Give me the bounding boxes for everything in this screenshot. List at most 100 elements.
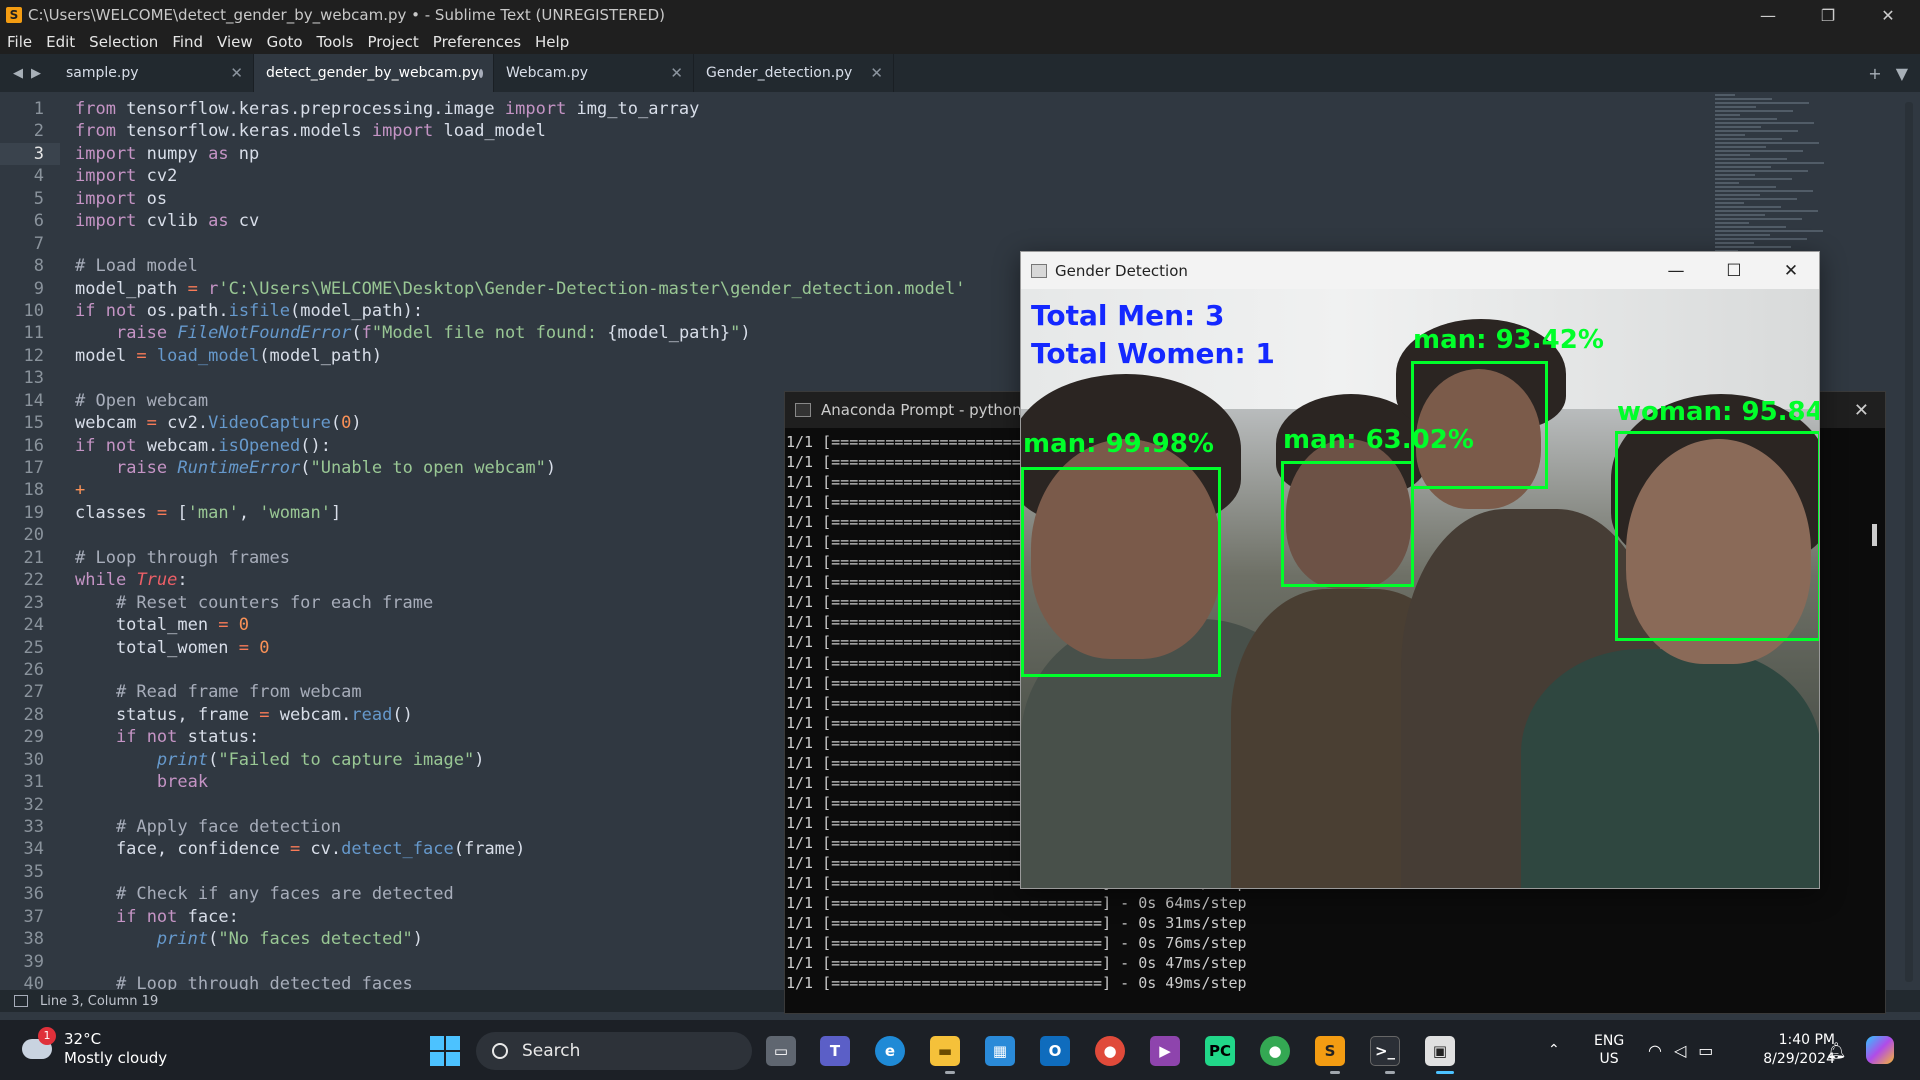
line-numbers: 1 2 3 4 5 6 7 8 9 10 11 12 13 14 15 16 17 18 19 20 21 22 23 24 2… — [0, 98, 60, 990]
menu-tools[interactable]: Tools — [310, 33, 361, 51]
code-line[interactable] — [75, 367, 966, 389]
restore-button[interactable]: ❐ — [1800, 0, 1856, 30]
code-line[interactable]: import os — [75, 188, 966, 210]
language-indicator[interactable]: ENG US — [1594, 1020, 1624, 1080]
minimize-button[interactable]: — — [1647, 252, 1705, 289]
code-line[interactable]: model_path = r'C:\Users\WELCOME\Desktop\… — [75, 278, 966, 300]
system-tray-icons[interactable]: ◠ ◁ ▭ — [1648, 1020, 1713, 1080]
menu-project[interactable]: Project — [360, 33, 425, 51]
minimap-line — [1715, 246, 1791, 248]
menu-view[interactable]: View — [210, 33, 260, 51]
weather-temp: 32°C — [64, 1030, 102, 1048]
line-number: 14 — [23, 390, 44, 411]
teams-icon[interactable]: T — [820, 1036, 850, 1066]
line-number: 29 — [23, 727, 44, 748]
tray-overflow-icon[interactable]: ⌃ — [1548, 1020, 1560, 1080]
volume-icon[interactable]: ◁ — [1674, 1041, 1686, 1060]
chrome-icon[interactable]: ● — [1095, 1036, 1125, 1066]
code-line[interactable]: from tensorflow.keras.models import load… — [75, 120, 966, 142]
menu-preferences[interactable]: Preferences — [426, 33, 528, 51]
gender-detection-window[interactable]: Gender Detection — ☐ ✕ Total Men: 3 Tota… — [1020, 251, 1820, 889]
edge-icon[interactable]: e — [875, 1036, 905, 1066]
line-number: 35 — [23, 861, 44, 882]
weather-widget[interactable]: 1 32°C Mostly cloudy — [22, 1027, 168, 1068]
chrome-profile-icon[interactable]: ● — [1260, 1036, 1290, 1066]
tab-gender-detection[interactable]: Gender_detection.py ✕ — [694, 54, 894, 92]
menu-help[interactable]: Help — [528, 33, 576, 51]
console-scrollbar[interactable] — [1872, 524, 1877, 546]
line-number: 20 — [23, 525, 44, 546]
maximize-button[interactable]: ☐ — [1705, 252, 1763, 289]
taskbar-search[interactable]: Search — [476, 1032, 752, 1070]
tab-sample[interactable]: sample.py ✕ — [54, 54, 254, 92]
tab-next-icon[interactable]: ▶ — [31, 66, 41, 81]
tab-webcam[interactable]: Webcam.py ✕ — [494, 54, 694, 92]
file-explorer-icon[interactable]: ▬ — [930, 1036, 960, 1066]
minimap-line — [1715, 114, 1740, 116]
menu-find[interactable]: Find — [165, 33, 210, 51]
tab-menu-icon[interactable]: ▼ — [1896, 64, 1908, 83]
minimap-line — [1715, 198, 1797, 200]
panel-toggle-icon[interactable] — [14, 995, 28, 1007]
code-line[interactable]: import cv2 — [75, 165, 966, 187]
code-line[interactable]: import numpy as np — [75, 143, 966, 165]
pycharm-icon[interactable]: PC — [1205, 1036, 1235, 1066]
modified-dot-icon[interactable] — [479, 68, 483, 78]
copilot-icon[interactable] — [1866, 1020, 1894, 1080]
battery-icon[interactable]: ▭ — [1698, 1041, 1713, 1060]
menu-bar: File Edit Selection Find View Goto Tools… — [0, 30, 1920, 54]
store-icon[interactable]: ▦ — [985, 1036, 1015, 1066]
minimap-line — [1715, 146, 1766, 148]
line-number: 22 — [23, 570, 44, 591]
clipchamp-icon[interactable]: ▶ — [1150, 1036, 1180, 1066]
close-icon[interactable]: ✕ — [230, 64, 243, 82]
running-indicator — [945, 1071, 955, 1074]
code-line[interactable] — [75, 233, 966, 255]
line-number: 5 — [33, 188, 44, 209]
start-button[interactable] — [430, 1036, 460, 1066]
menu-goto[interactable]: Goto — [260, 33, 310, 51]
code-line[interactable]: model = load_model(model_path) — [75, 345, 966, 367]
code-line[interactable]: from tensorflow.keras.preprocessing.imag… — [75, 98, 966, 120]
vertical-scrollbar[interactable] — [1905, 102, 1913, 982]
menu-selection[interactable]: Selection — [82, 33, 165, 51]
minimap-line — [1715, 150, 1803, 152]
tab-detect-gender[interactable]: detect_gender_by_webcam.py — [254, 54, 494, 92]
outlook-icon[interactable]: O — [1040, 1036, 1070, 1066]
close-icon[interactable]: ✕ — [1854, 400, 1869, 421]
notification-bell-icon[interactable]: 🔔︎ — [1826, 1020, 1846, 1080]
line-number: 32 — [23, 794, 44, 815]
minimize-button[interactable]: — — [1740, 0, 1796, 30]
code-line[interactable]: import cvlib as cv — [75, 210, 966, 232]
wifi-icon[interactable]: ◠ — [1648, 1041, 1662, 1060]
terminal-icon[interactable]: >_ — [1370, 1036, 1400, 1066]
minimap-line — [1715, 110, 1793, 112]
code-line[interactable]: if not os.path.isfile(model_path): — [75, 300, 966, 322]
close-icon[interactable]: ✕ — [870, 64, 883, 82]
window-icon — [1031, 263, 1047, 278]
line-number: 15 — [23, 413, 44, 434]
new-tab-icon[interactable]: + — [1868, 64, 1881, 83]
app-window-icon[interactable]: ▣ — [1425, 1036, 1455, 1066]
line-number: 23 — [23, 592, 44, 613]
menu-edit[interactable]: Edit — [39, 33, 82, 51]
console-line: 1/1 [==============================] - 0… — [786, 974, 1247, 993]
code-line[interactable]: # Load model — [75, 255, 966, 277]
close-icon[interactable]: ✕ — [670, 64, 683, 82]
line-number: 7 — [33, 233, 44, 254]
task-view-icon[interactable]: ▭ — [766, 1036, 796, 1066]
line-number: 39 — [23, 951, 44, 972]
clock[interactable]: 1:40 PM 8/29/2024 — [1755, 1020, 1835, 1080]
close-button[interactable]: ✕ — [1762, 252, 1820, 289]
tab-prev-icon[interactable]: ◀ — [13, 66, 23, 81]
line-number: 6 — [33, 211, 44, 232]
detection-label: man: 93.42% — [1413, 325, 1604, 355]
weather-desc: Mostly cloudy — [64, 1049, 168, 1067]
code-line[interactable]: raise FileNotFoundError(f"Model file not… — [75, 322, 966, 344]
sublime-icon[interactable]: S — [1315, 1036, 1345, 1066]
windows-logo-icon — [430, 1036, 444, 1050]
console-line: 1/1 [==============================] - 0… — [786, 954, 1247, 973]
menu-file[interactable]: File — [0, 33, 39, 51]
line-number: 2 — [33, 121, 44, 142]
close-button[interactable]: ✕ — [1860, 0, 1916, 30]
